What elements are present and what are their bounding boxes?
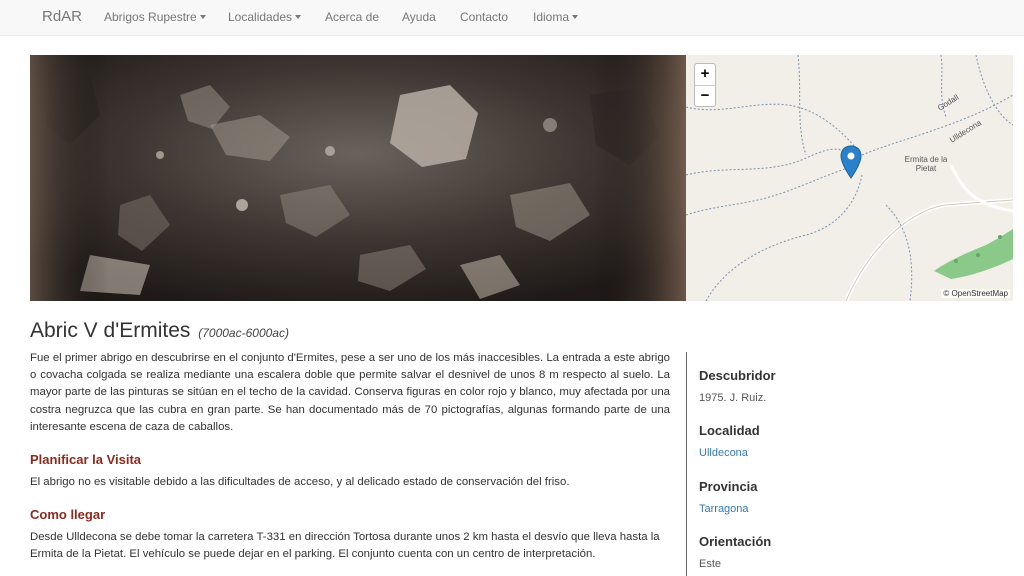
map-attribution[interactable]: © OpenStreetMap <box>941 289 1010 298</box>
provincia-label: Provincia <box>699 479 758 494</box>
brand-logo[interactable]: RdAR <box>42 8 82 25</box>
nav-label: Abrigos Rupestre <box>104 10 197 24</box>
zoom-in-button[interactable]: + <box>695 64 715 85</box>
nav-label: Contacto <box>460 10 509 24</box>
rock-surface-image <box>30 55 686 301</box>
nav-ayuda[interactable]: Ayuda <box>402 10 436 24</box>
rock-art-photo <box>30 55 686 301</box>
caret-down-icon <box>199 15 206 19</box>
site-description: Fue el primer abrigo en descubrirse en e… <box>30 352 670 433</box>
nav-label: Localidades <box>228 10 293 24</box>
orientacion-value: Este <box>699 558 722 570</box>
top-navbar: RdAR Abrigos Rupestre Localidades Acerca… <box>0 0 1024 36</box>
nav-contacto[interactable]: Contacto <box>460 10 508 24</box>
site-period: (7000ac-6000ac) <box>198 326 289 340</box>
zoom-out-button[interactable]: − <box>695 85 715 106</box>
orientacion-label: Orientación <box>699 534 772 549</box>
nav-label: Idioma <box>533 10 570 24</box>
section-heading-como-llegar: Como llegar <box>30 507 106 522</box>
section-heading-planificar: Planificar la Visita <box>30 452 142 467</box>
caret-down-icon <box>572 15 579 19</box>
caret-down-icon <box>295 15 302 19</box>
nav-label: Acerca de <box>325 10 380 24</box>
localidad-label: Localidad <box>699 423 760 438</box>
map-marker-icon[interactable] <box>840 145 862 179</box>
location-map[interactable]: + − Ermita de la Pietat Godall Ulldecona… <box>686 55 1013 301</box>
page-title: Abric V d'Ermites (7000ac-6000ac) <box>30 319 289 343</box>
section-text-planificar: El abrigo no es visitable debido a las d… <box>30 476 570 488</box>
zoom-control: + − <box>694 63 716 107</box>
nav-acerca-de[interactable]: Acerca de <box>325 10 379 24</box>
place-label: Ermita de la Pietat <box>904 155 948 173</box>
nav-abrigos-rupestre[interactable]: Abrigos Rupestre <box>104 10 206 24</box>
localidad-link[interactable]: Ulldecona <box>699 447 748 459</box>
sidebar-divider <box>686 352 687 576</box>
site-name: Abric V d'Ermites <box>30 319 191 342</box>
descubridor-label: Descubridor <box>699 368 776 383</box>
nav-label: Ayuda <box>402 10 436 24</box>
nav-idioma[interactable]: Idioma <box>533 10 579 24</box>
nav-localidades[interactable]: Localidades <box>228 10 302 24</box>
provincia-link[interactable]: Tarragona <box>699 503 749 515</box>
descubridor-value: 1975. J. Ruiz. <box>699 392 767 404</box>
section-text-como-llegar: Desde Ulldecona se debe tomar la carrete… <box>30 531 660 561</box>
